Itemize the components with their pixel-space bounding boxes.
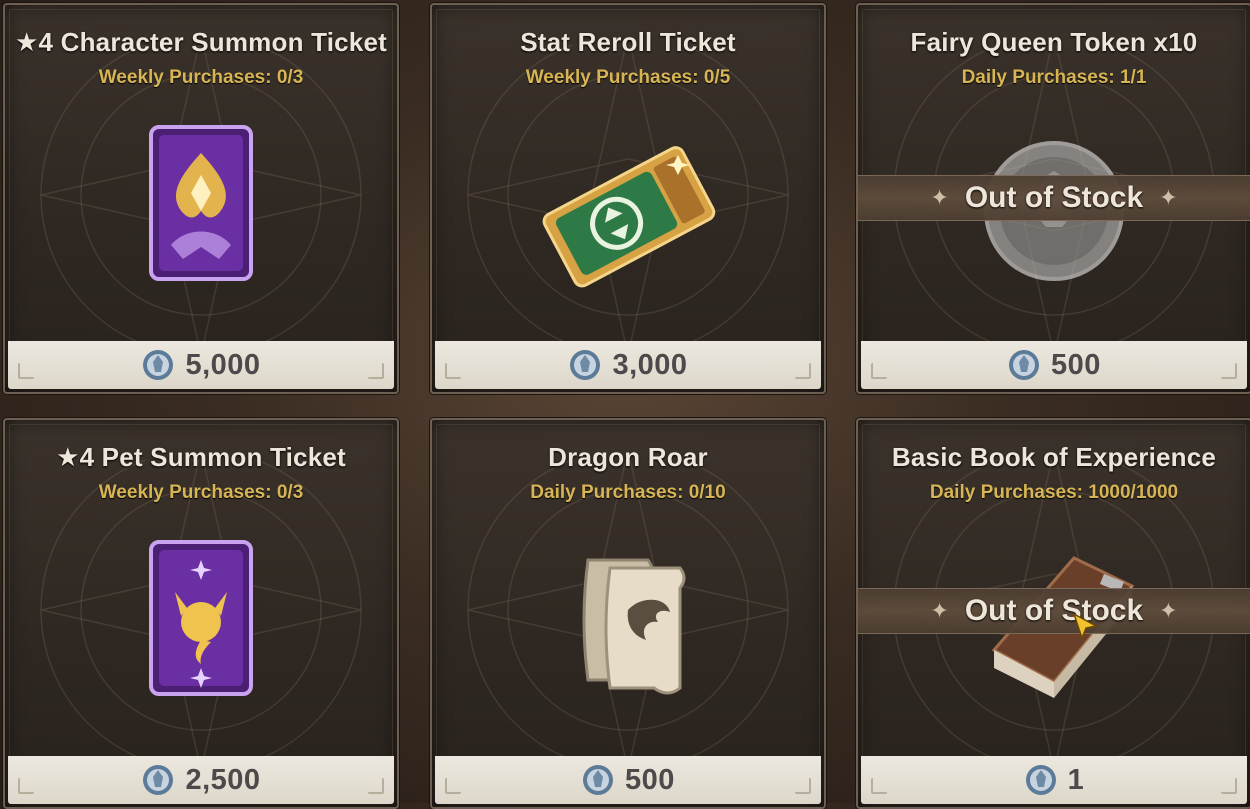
silver-crest-coin-icon [1025,765,1056,795]
out-of-stock-banner: ✦ Out of Stock ✦ [858,175,1250,221]
silver-crest-coin-icon [143,765,174,795]
shop-item-dragon-roar[interactable]: Dragon Roar Daily Purchases: 0/10 500 [430,418,826,809]
shop-item-character-summon-ticket[interactable]: ★4 Character Summon Ticket Weekly Purcha… [3,3,399,394]
silver-crest-coin-icon [570,350,601,380]
item-title: Stat Reroll Ticket [520,27,736,57]
item-title: ★4 Pet Summon Ticket [56,442,346,472]
sparkle-icon: ✦ [930,185,949,210]
item-title: Dragon Roar [548,442,708,472]
out-of-stock-banner: ✦ Out of Stock ✦ [858,588,1250,634]
price-bar: 500 [435,756,821,804]
price-value: 2,500 [185,763,261,796]
price-bar: 1 [861,756,1247,804]
purchase-limit: Daily Purchases: 1000/1000 [929,482,1179,503]
silver-crest-coin-icon [1009,350,1040,380]
price-value: 500 [1051,348,1101,381]
purchase-limit: Weekly Purchases: 0/5 [525,67,731,88]
dragon-scroll-icon [528,530,728,730]
price-value: 1 [1067,763,1085,796]
shop-item-basic-book-of-experience[interactable]: Basic Book of Experience Daily Purchases… [856,418,1250,809]
price-bar: 5,000 [8,341,394,389]
silver-crest-coin-icon [143,350,174,380]
green-reroll-ticket-icon [528,115,728,315]
sparkle-icon: ✦ [1159,185,1178,210]
purple-pet-summon-card-icon [101,530,301,730]
price-bar: 2,500 [8,756,394,804]
out-of-stock-label: Out of Stock [964,181,1144,214]
purchase-limit: Daily Purchases: 0/10 [530,482,726,503]
item-title: Fairy Queen Token x10 [910,27,1198,57]
purple-summon-card-icon [101,115,301,315]
price-value: 500 [625,763,675,796]
purchase-limit: Daily Purchases: 1/1 [961,67,1147,88]
price-value: 5,000 [185,348,261,381]
silver-crest-coin-icon [583,765,614,795]
price-value: 3,000 [612,348,688,381]
out-of-stock-label: Out of Stock [964,594,1144,627]
shop-item-pet-summon-ticket[interactable]: ★4 Pet Summon Ticket Weekly Purchases: 0… [3,418,399,809]
price-bar: 3,000 [435,341,821,389]
purchase-limit: Weekly Purchases: 0/3 [98,67,304,88]
shop-item-stat-reroll-ticket[interactable]: Stat Reroll Ticket Weekly Purchases: 0/5 [430,3,826,394]
shop-item-fairy-queen-token[interactable]: Fairy Queen Token x10 Daily Purchases: 1… [856,3,1250,394]
sparkle-icon: ✦ [930,598,949,623]
sparkle-icon: ✦ [1159,598,1178,623]
purchase-limit: Weekly Purchases: 0/3 [98,482,304,503]
item-title: Basic Book of Experience [891,442,1217,472]
shop-grid: ★4 Character Summon Ticket Weekly Purcha… [0,0,1250,809]
item-title: ★4 Character Summon Ticket [15,27,387,57]
price-bar: 500 [861,341,1247,389]
